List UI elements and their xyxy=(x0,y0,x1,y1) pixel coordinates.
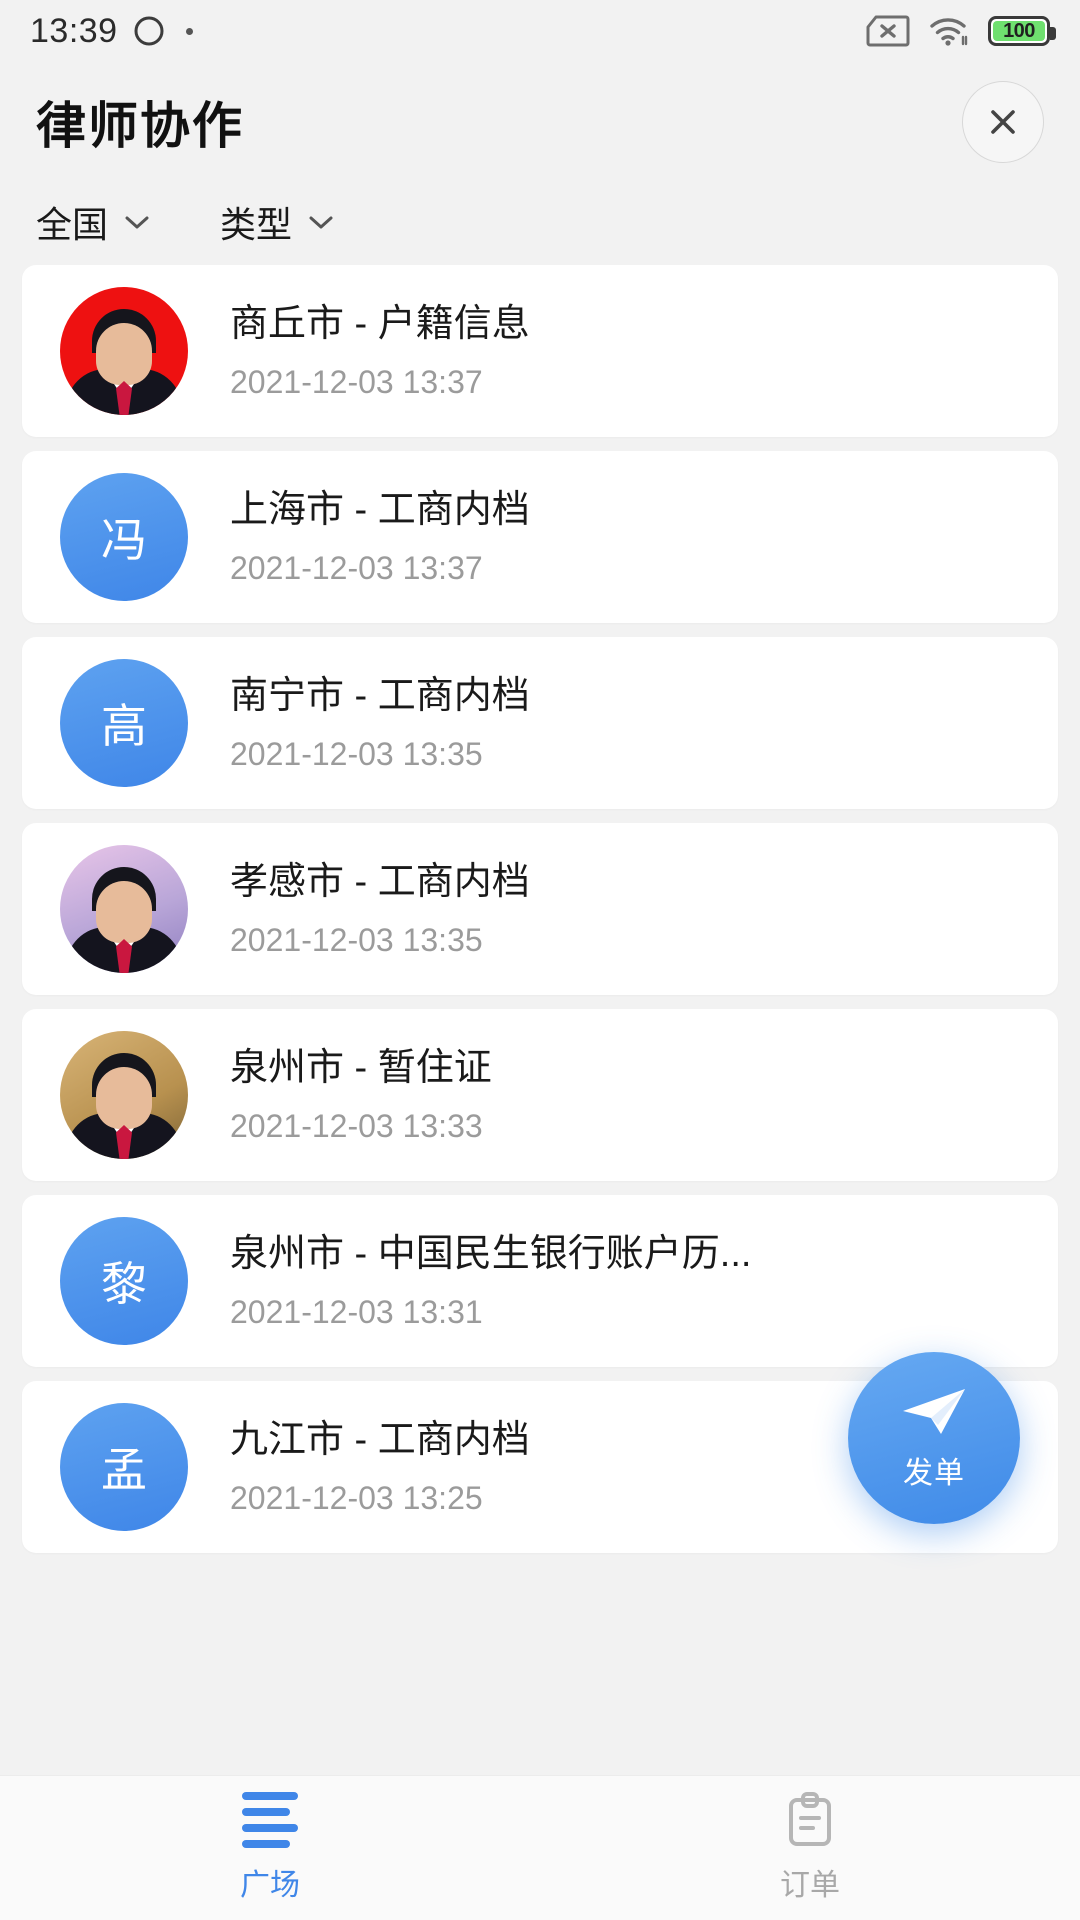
list-item[interactable]: 高 南宁市 - 工商内档 2021-12-03 13:35 xyxy=(22,637,1058,809)
filter-region-label: 全国 xyxy=(36,204,109,245)
battery-level: 100 xyxy=(1003,19,1035,42)
list-item-timestamp: 2021-12-03 13:37 xyxy=(230,550,483,587)
list-item-title: 孝感市 - 工商内档 xyxy=(230,860,530,903)
filter-type-label: 类型 xyxy=(220,204,293,245)
send-paper-plane-icon xyxy=(897,1384,971,1442)
list-item-body: 泉州市 - 中国民生银行账户历... 2021-12-03 13:31 xyxy=(230,1231,1020,1332)
page-title: 律师协作 xyxy=(36,98,244,154)
filter-bar: 全国 类型 xyxy=(0,182,1080,270)
bottom-navigation: 广场 订单 xyxy=(0,1775,1080,1920)
nav-item-orders[interactable]: 订单 xyxy=(540,1776,1080,1920)
filter-region[interactable]: 全国 xyxy=(36,196,150,248)
avatar-initial: 冯 xyxy=(101,514,147,566)
collaboration-list[interactable]: 商丘市 - 户籍信息 2021-12-03 13:37 冯 上海市 - 工商内档 202… xyxy=(0,265,1080,1775)
chevron-down-icon xyxy=(308,214,334,230)
list-item-timestamp: 2021-12-03 13:35 xyxy=(230,922,483,959)
list-item-title: 南宁市 - 工商内档 xyxy=(230,674,530,717)
list-item[interactable]: 商丘市 - 户籍信息 2021-12-03 13:37 xyxy=(22,265,1058,437)
clipboard-orders-icon xyxy=(786,1792,834,1848)
list-item-body: 孝感市 - 工商内档 2021-12-03 13:35 xyxy=(230,859,1020,960)
avatar-photo-face xyxy=(96,881,152,943)
create-order-fab[interactable]: 发单 xyxy=(848,1352,1020,1524)
close-button[interactable] xyxy=(962,81,1044,163)
list-item[interactable]: 冯 上海市 - 工商内档 2021-12-03 13:37 xyxy=(22,451,1058,623)
dot-indicator-icon xyxy=(185,27,193,35)
avatar-initial: 黎 xyxy=(101,1258,147,1310)
status-bar-right: 100 xyxy=(866,15,1056,47)
avatar: 孟 xyxy=(60,1403,188,1531)
list-item[interactable]: 孝感市 - 工商内档 2021-12-03 13:35 xyxy=(22,823,1058,995)
list-item[interactable]: 黎 泉州市 - 中国民生银行账户历... 2021-12-03 13:31 xyxy=(22,1195,1058,1367)
nav-item-plaza[interactable]: 广场 xyxy=(0,1776,540,1920)
nav-item-orders-label: 订单 xyxy=(780,1869,840,1902)
avatar xyxy=(60,1031,188,1159)
avatar-photo-face xyxy=(96,1067,152,1129)
battery-icon: 100 xyxy=(988,16,1056,46)
chevron-down-icon xyxy=(124,214,150,230)
list-item-body: 商丘市 - 户籍信息 2021-12-03 13:37 xyxy=(230,301,1020,402)
plaza-lines-icon xyxy=(242,1792,298,1848)
list-item-title: 泉州市 - 暂住证 xyxy=(230,1046,492,1089)
list-item-title: 泉州市 - 中国民生银行账户历... xyxy=(230,1232,752,1275)
sim-card-disabled-icon xyxy=(866,15,910,47)
list-item-body: 泉州市 - 暂住证 2021-12-03 13:33 xyxy=(230,1045,1020,1146)
wifi-icon xyxy=(928,15,970,47)
avatar: 冯 xyxy=(60,473,188,601)
quickball-icon xyxy=(132,14,166,48)
list-item-title: 上海市 - 工商内档 xyxy=(230,488,530,531)
create-order-label: 发单 xyxy=(903,1457,965,1490)
avatar-photo-face xyxy=(96,323,152,385)
list-item-body: 南宁市 - 工商内档 2021-12-03 13:35 xyxy=(230,673,1020,774)
status-bar-clock: 13:39 xyxy=(30,11,118,50)
list-item-body: 上海市 - 工商内档 2021-12-03 13:37 xyxy=(230,487,1020,588)
list-item-title: 商丘市 - 户籍信息 xyxy=(230,302,530,345)
status-bar: 13:39 100 xyxy=(0,0,1080,62)
avatar-initial: 孟 xyxy=(101,1444,147,1496)
status-bar-left: 13:39 xyxy=(30,12,193,51)
list-item-timestamp: 2021-12-03 13:37 xyxy=(230,364,483,401)
list-item-timestamp: 2021-12-03 13:35 xyxy=(230,736,483,773)
list-item-timestamp: 2021-12-03 13:31 xyxy=(230,1294,483,1331)
avatar xyxy=(60,287,188,415)
avatar: 高 xyxy=(60,659,188,787)
list-item-timestamp: 2021-12-03 13:33 xyxy=(230,1108,483,1145)
close-icon xyxy=(983,102,1023,142)
avatar-initial: 高 xyxy=(101,700,147,752)
nav-item-plaza-label: 广场 xyxy=(240,1869,300,1902)
filter-type[interactable]: 类型 xyxy=(220,196,334,248)
avatar xyxy=(60,845,188,973)
avatar: 黎 xyxy=(60,1217,188,1345)
list-item[interactable]: 泉州市 - 暂住证 2021-12-03 13:33 xyxy=(22,1009,1058,1181)
page-header: 律师协作 xyxy=(0,62,1080,182)
